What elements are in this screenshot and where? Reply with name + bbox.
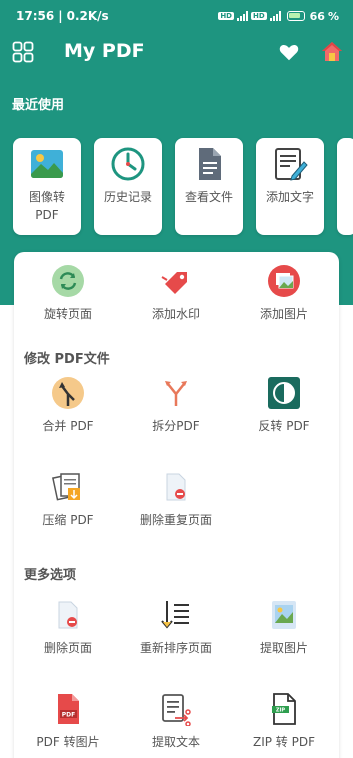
clock-icon <box>111 147 145 181</box>
heart-icon[interactable] <box>278 41 300 63</box>
signal-icon <box>236 11 248 21</box>
tools-panel: 旋转页面 添加水印 添加图片 修改 PDF文件 合并 PDF 拆分PDF 反转 … <box>14 252 339 758</box>
recent-item-history[interactable]: 历史记录 <box>94 138 162 235</box>
status-bar: 17:56 | 0.2K/s HD HD 66% <box>16 9 339 23</box>
invert-icon <box>268 377 300 409</box>
tool-pdf-to-image[interactable]: PDF PDF 转图片 <box>14 692 122 750</box>
tool-label: 重新排序页面 <box>139 641 212 655</box>
modify-row-2: 压缩 PDF 删除重复页面 <box>14 470 339 528</box>
recent-section-title: 最近使用 <box>12 98 65 113</box>
recent-item-add-text[interactable]: 添加文字 <box>256 138 324 235</box>
tool-add-watermark[interactable]: 添加水印 <box>122 264 230 322</box>
recent-item-view-files[interactable]: 查看文件 <box>175 138 243 235</box>
tool-invert-pdf[interactable]: 反转 PDF <box>230 376 338 434</box>
hd-badge-2: HD <box>250 12 267 20</box>
more-row-1: 删除页面 重新排序页面 提取图片 <box>14 598 339 656</box>
merge-icon <box>52 377 84 409</box>
battery-level: 66 <box>309 9 325 23</box>
remove-duplicate-icon <box>166 473 186 501</box>
section-title-more: 更多选项 <box>24 568 77 583</box>
tool-zip-to-pdf[interactable]: ZIP ZIP 转 PDF <box>230 692 338 750</box>
image-icon <box>31 150 63 178</box>
tool-label: 提取图片 <box>259 641 308 655</box>
tag-icon <box>161 272 187 294</box>
section-title-modify: 修改 PDF文件 <box>24 352 110 367</box>
tool-label: PDF 转图片 <box>36 735 100 749</box>
more-row-2: PDF PDF 转图片 提取文本 ZIP ZIP 转 PDF <box>14 692 339 750</box>
tool-label: 压缩 PDF <box>42 513 94 527</box>
status-speed: 0.2K/s <box>66 9 109 23</box>
battery-icon <box>286 11 305 21</box>
tool-extract-text[interactable]: 提取文本 <box>122 692 230 750</box>
compress-icon <box>52 473 80 501</box>
tool-split-pdf[interactable]: 拆分PDF <box>122 376 230 434</box>
recent-item-partial[interactable] <box>337 138 353 235</box>
edit-text-icon <box>275 148 308 181</box>
recent-item-label: 添加文字 <box>266 190 315 204</box>
tool-merge-pdf[interactable]: 合并 PDF <box>14 376 122 434</box>
document-icon <box>199 148 221 180</box>
modify-row-1: 合并 PDF 拆分PDF 反转 PDF <box>14 376 339 434</box>
tool-label: 反转 PDF <box>258 419 310 433</box>
extract-text-icon <box>162 694 191 726</box>
app-bar: My PDF <box>0 32 353 72</box>
recent-item-label: 历史记录 <box>104 190 153 204</box>
svg-text:PDF: PDF <box>62 712 75 719</box>
tool-label: 提取文本 <box>151 735 200 749</box>
home-icon[interactable] <box>320 40 344 64</box>
tool-label: 删除重复页面 <box>139 513 212 527</box>
pdf-to-image-icon: PDF <box>58 694 79 724</box>
tool-label: 拆分PDF <box>152 419 200 433</box>
svg-text:ZIP: ZIP <box>276 708 285 714</box>
extract-image-icon <box>272 601 296 629</box>
tool-label: 旋转页面 <box>43 307 92 321</box>
app-title: My PDF <box>64 40 145 62</box>
tool-rotate-pages[interactable]: 旋转页面 <box>14 264 122 322</box>
recent-item-label: 图像转PDF <box>28 190 65 222</box>
tool-reorder-pages[interactable]: 重新排序页面 <box>122 598 230 656</box>
zip-icon: ZIP <box>272 693 296 725</box>
signal-icon-2 <box>269 11 281 21</box>
grid-menu-icon[interactable] <box>12 41 34 63</box>
recent-item-label: 查看文件 <box>185 190 234 204</box>
rotate-icon <box>52 265 84 297</box>
tool-label: ZIP 转 PDF <box>252 735 315 749</box>
delete-page-icon <box>58 601 78 629</box>
tool-add-image[interactable]: 添加图片 <box>230 264 338 322</box>
recent-item-image-to-pdf[interactable]: 图像转PDF <box>13 138 81 235</box>
hd-badge: HD <box>218 12 234 20</box>
tool-extract-images[interactable]: 提取图片 <box>230 598 338 656</box>
tools-top-row: 旋转页面 添加水印 添加图片 <box>14 264 339 322</box>
reorder-icon <box>161 601 189 629</box>
tool-label: 添加水印 <box>151 307 200 321</box>
tool-delete-pages[interactable]: 删除页面 <box>14 598 122 656</box>
tool-label: 删除页面 <box>43 641 92 655</box>
tool-remove-duplicate-pages[interactable]: 删除重复页面 <box>122 470 230 528</box>
recent-list: 图像转PDF 历史记录 查看文件 添加文字 <box>13 138 353 235</box>
split-icon <box>165 381 187 406</box>
tool-label: 添加图片 <box>259 307 308 321</box>
tool-compress-pdf[interactable]: 压缩 PDF <box>14 470 122 528</box>
add-image-icon <box>268 265 300 297</box>
tool-label: 合并 PDF <box>42 419 94 433</box>
status-time: 17:56 <box>16 9 55 23</box>
